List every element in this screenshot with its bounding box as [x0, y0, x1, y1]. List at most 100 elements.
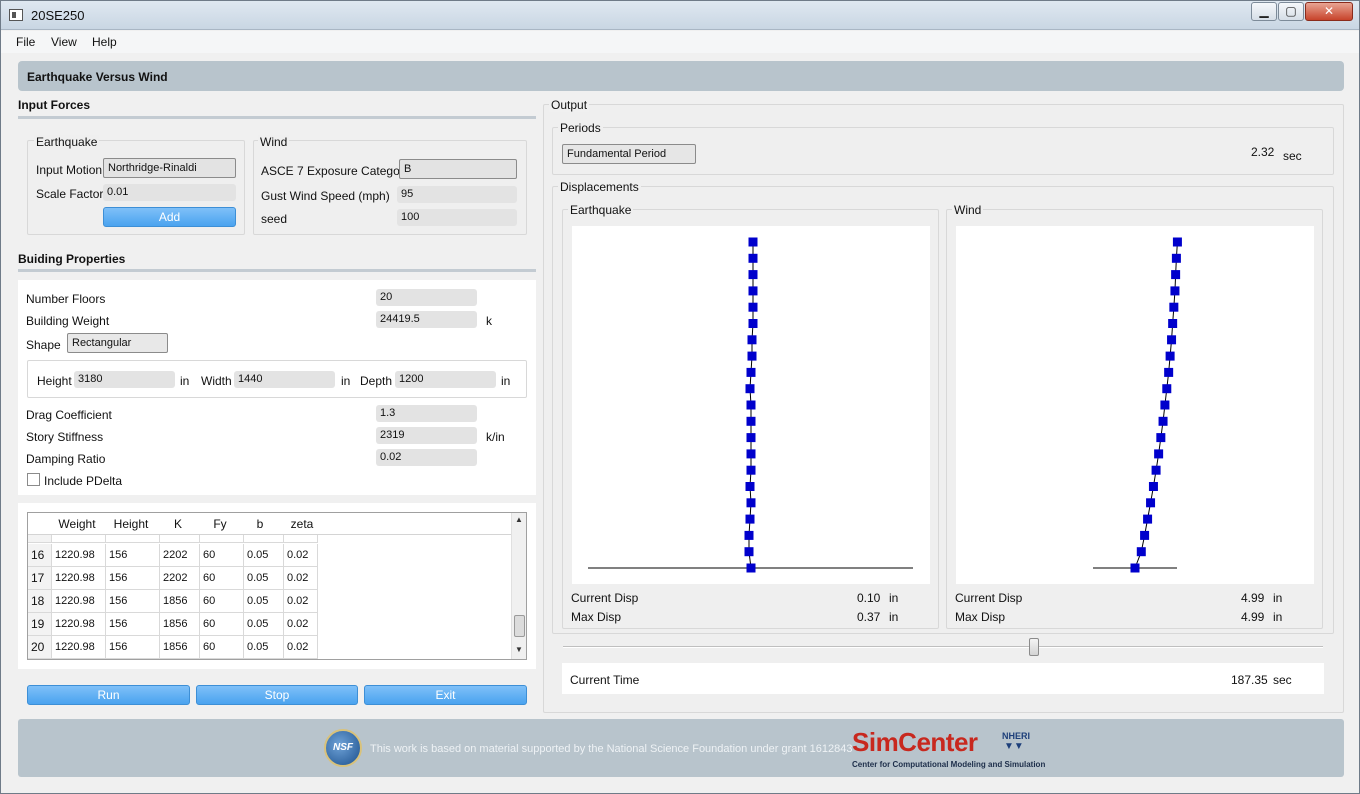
menu-view[interactable]: View — [51, 35, 77, 49]
exposure-category-select[interactable]: B — [399, 159, 517, 179]
cell-height[interactable]: 156 — [106, 544, 160, 567]
cell-weight[interactable]: 1220.98 — [52, 567, 106, 590]
cell-b[interactable]: 0.05 — [244, 567, 284, 590]
table-row[interactable]: 19 1220.98 156 1856 60 0.05 0.02 — [28, 613, 512, 636]
add-motion-button[interactable]: Add — [103, 207, 236, 227]
menu-file[interactable]: File — [16, 35, 35, 49]
gust-speed-input[interactable]: 95 — [397, 186, 517, 203]
cell-zeta[interactable]: 0.02 — [284, 567, 318, 590]
earthquake-plot-canvas — [588, 237, 913, 573]
cell-height[interactable]: 156 — [106, 613, 160, 636]
cell-fy[interactable]: 60 — [200, 567, 244, 590]
period-value: 2.32 — [1251, 145, 1275, 159]
stop-button[interactable]: Stop — [196, 685, 358, 705]
pdelta-checkbox[interactable] — [27, 473, 40, 486]
table-row[interactable]: 17 1220.98 156 2202 60 0.05 0.02 — [28, 567, 512, 590]
floor-marker — [1162, 384, 1172, 394]
cell-zeta[interactable] — [284, 535, 318, 543]
floor-marker — [1169, 302, 1179, 312]
cell-height[interactable] — [106, 535, 160, 543]
column-header-k[interactable]: K — [168, 517, 188, 531]
number-floors-input[interactable]: 20 — [376, 289, 477, 306]
row-number[interactable]: 17 — [28, 567, 52, 590]
cell-weight[interactable]: 1220.98 — [52, 544, 106, 567]
building-weight-input[interactable]: 24419.5 — [376, 311, 477, 328]
drag-coefficient-input[interactable]: 1.3 — [376, 405, 477, 422]
page-title: Earthquake Versus Wind — [27, 70, 168, 84]
damping-ratio-input[interactable]: 0.02 — [376, 449, 477, 466]
table-row[interactable]: 18 1220.98 156 1856 60 0.05 0.02 — [28, 590, 512, 613]
cell-weight[interactable]: 1220.98 — [52, 636, 106, 659]
cell-k[interactable] — [160, 535, 200, 543]
scale-factor-input[interactable]: 0.01 — [103, 184, 236, 201]
close-button[interactable]: ✕ — [1305, 2, 1353, 21]
cell-b[interactable]: 0.05 — [244, 544, 284, 567]
period-select[interactable]: Fundamental Period — [562, 144, 696, 164]
row-number[interactable]: 20 — [28, 636, 52, 659]
gust-speed-label: Gust Wind Speed (mph) — [261, 189, 390, 203]
cell-k[interactable]: 2202 — [160, 567, 200, 590]
cell-height[interactable]: 156 — [106, 590, 160, 613]
cell-fy[interactable]: 60 — [200, 613, 244, 636]
exit-button[interactable]: Exit — [364, 685, 527, 705]
cell-weight[interactable] — [52, 535, 106, 543]
scrollbar-thumb[interactable] — [514, 615, 525, 637]
cell-zeta[interactable]: 0.02 — [284, 613, 318, 636]
column-header-zeta[interactable]: zeta — [287, 517, 317, 531]
floor-marker — [748, 302, 758, 312]
row-number[interactable]: 18 — [28, 590, 52, 613]
column-header-fy[interactable]: Fy — [208, 517, 232, 531]
cell-b[interactable]: 0.05 — [244, 636, 284, 659]
cell-fy[interactable]: 60 — [200, 544, 244, 567]
table-row[interactable]: 16 1220.98 156 2202 60 0.05 0.02 — [28, 544, 512, 567]
cell-b[interactable]: 0.05 — [244, 590, 284, 613]
cell-fy[interactable] — [200, 535, 244, 543]
column-header-weight[interactable]: Weight — [56, 517, 98, 531]
shape-select[interactable]: Rectangular — [67, 333, 168, 353]
column-header-height[interactable]: Height — [110, 517, 152, 531]
floor-marker — [1146, 498, 1156, 508]
cell-k[interactable]: 2202 — [160, 544, 200, 567]
cell-height[interactable]: 156 — [106, 636, 160, 659]
table-row[interactable]: 20 1220.98 156 1856 60 0.05 0.02 — [28, 636, 512, 659]
simcenter-logo-subtitle: Center for Computational Modeling and Si… — [852, 760, 1046, 769]
scroll-up-icon[interactable]: ▲ — [515, 515, 523, 524]
story-stiffness-input[interactable]: 2319 — [376, 427, 477, 444]
cell-zeta[interactable]: 0.02 — [284, 636, 318, 659]
cell-b[interactable]: 0.05 — [244, 613, 284, 636]
row-number[interactable] — [28, 535, 52, 543]
cell-k[interactable]: 1856 — [160, 613, 200, 636]
cell-zeta[interactable]: 0.02 — [284, 544, 318, 567]
cell-k[interactable]: 1856 — [160, 636, 200, 659]
scroll-down-icon[interactable]: ▼ — [515, 645, 523, 654]
divider — [18, 269, 536, 272]
cell-weight[interactable]: 1220.98 — [52, 613, 106, 636]
width-input[interactable]: 1440 — [234, 371, 335, 388]
seed-input[interactable]: 100 — [397, 209, 517, 226]
wind-current-disp-unit: in — [1273, 591, 1283, 605]
cell-zeta[interactable]: 0.02 — [284, 590, 318, 613]
minimize-button[interactable]: ▁ — [1251, 2, 1277, 21]
column-header-b[interactable]: b — [250, 517, 270, 531]
height-input[interactable]: 3180 — [74, 371, 175, 388]
row-number[interactable]: 19 — [28, 613, 52, 636]
maximize-button[interactable]: ▢ — [1278, 2, 1304, 21]
menu-help[interactable]: Help — [92, 35, 117, 49]
input-motion-select[interactable]: Northridge-Rinaldi — [103, 158, 236, 178]
title-bar: 20SE250 ▁ ▢ ✕ — [1, 1, 1359, 30]
row-number[interactable]: 16 — [28, 544, 52, 567]
cell-weight[interactable]: 1220.98 — [52, 590, 106, 613]
building-properties-title: Buiding Properties — [18, 252, 126, 266]
time-slider-handle[interactable] — [1029, 638, 1040, 656]
cell-b[interactable] — [244, 535, 284, 543]
cell-height[interactable]: 156 — [106, 567, 160, 590]
cell-fy[interactable]: 60 — [200, 590, 244, 613]
input-motion-label: Input Motion — [36, 163, 103, 177]
time-slider-track[interactable] — [563, 646, 1323, 648]
depth-input[interactable]: 1200 — [395, 371, 496, 388]
table-row[interactable] — [28, 535, 512, 543]
cell-fy[interactable]: 60 — [200, 636, 244, 659]
run-button[interactable]: Run — [27, 685, 190, 705]
table-scrollbar[interactable]: ▲ ▼ — [511, 513, 526, 659]
cell-k[interactable]: 1856 — [160, 590, 200, 613]
